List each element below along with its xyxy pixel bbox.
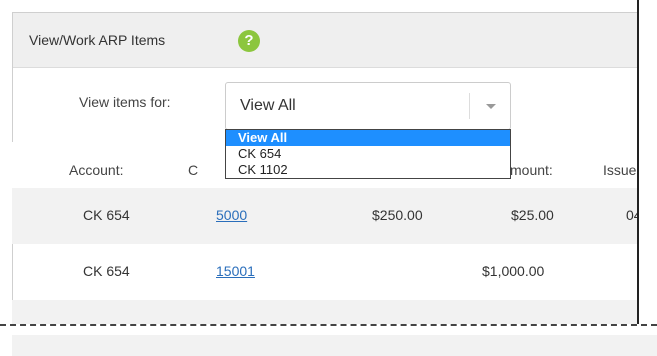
row-amount: $25.00 xyxy=(511,207,554,223)
column-header-amount[interactable]: mount: xyxy=(510,162,553,178)
select-divider xyxy=(469,93,470,119)
panel-header: View/Work ARP Items ? xyxy=(13,13,657,68)
chevron-down-icon[interactable] xyxy=(486,104,496,109)
column-header-check[interactable]: C xyxy=(188,162,198,178)
row-amount: $1,000.00 xyxy=(482,263,545,279)
dropdown-option-view-all[interactable]: View All xyxy=(226,130,510,146)
dropdown-option-ck-1102[interactable]: CK 1102 xyxy=(226,162,510,178)
torn-right-edge xyxy=(637,0,657,333)
view-items-select[interactable]: View All xyxy=(225,82,511,130)
row-check-link[interactable]: 5000 xyxy=(216,207,247,223)
torn-bottom-edge xyxy=(0,324,657,335)
table-row: CK 654 5000 $250.00 $25.00 04/ xyxy=(12,188,657,244)
row-account: CK 654 xyxy=(83,263,130,279)
row-account: CK 654 xyxy=(83,207,130,223)
column-header-account[interactable]: Account: xyxy=(69,162,123,178)
panel-title: View/Work ARP Items xyxy=(29,32,166,48)
row-check-link[interactable]: 15001 xyxy=(216,263,255,279)
select-current-value: View All xyxy=(240,97,296,114)
help-icon[interactable]: ? xyxy=(238,30,260,52)
row-amount: $250.00 xyxy=(372,207,423,223)
view-items-dropdown[interactable]: View All CK 654 CK 1102 xyxy=(225,129,511,179)
view-items-for-label: View items for: xyxy=(79,94,171,110)
table-row: CK 654 15001 $1,000.00 xyxy=(12,244,657,300)
dropdown-option-ck-654[interactable]: CK 654 xyxy=(226,146,510,162)
